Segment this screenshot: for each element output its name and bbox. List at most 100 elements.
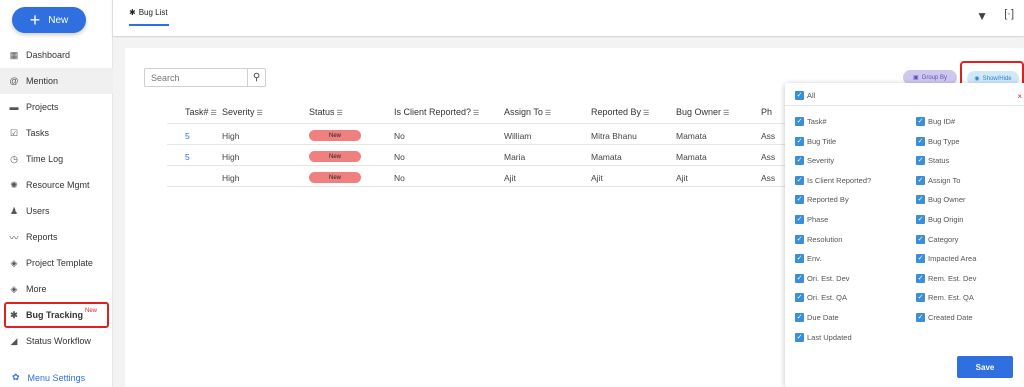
- checkbox-bug-type[interactable]: ✓ Bug Type: [916, 136, 960, 146]
- sidebar-item-label: Status Workflow: [26, 336, 91, 346]
- checkbox-all[interactable]: ✓ All: [795, 91, 815, 100]
- checkbox-checked-icon: ✓: [916, 136, 925, 146]
- new-button[interactable]: + New: [12, 7, 86, 33]
- sort-icon[interactable]: ☰: [545, 110, 551, 117]
- checkbox-bug-origin[interactable]: ✓ Bug Origin: [916, 215, 963, 224]
- checkbox-checked-icon: ✓: [916, 313, 925, 322]
- filter-icon[interactable]: ▼: [976, 9, 988, 23]
- tasks-icon: ☑: [9, 127, 19, 138]
- sidebar-nav: ▦ Dashboard @ Mention ▬ Projects ☑ Tasks ◷ Time L…: [0, 42, 113, 354]
- sidebar-item-time-log[interactable]: ◷ Time Log: [0, 146, 113, 172]
- sidebar-item-resource-mgmt[interactable]: ✺ Resource Mgmt: [0, 172, 113, 198]
- checkbox-last-updated[interactable]: ✓ Last Updated: [795, 332, 852, 342]
- cell-task[interactable]: 5: [185, 131, 190, 141]
- checkbox-label: Bug Origin: [928, 215, 964, 224]
- column-header[interactable]: Severity ☰: [222, 107, 263, 117]
- column-header-label: Ph: [761, 107, 773, 117]
- cell-assign: William: [504, 131, 532, 141]
- sidebar-item-reports[interactable]: 〰 Reports: [0, 224, 113, 250]
- sort-icon[interactable]: ☰: [337, 110, 343, 117]
- save-button[interactable]: Save: [957, 356, 1013, 378]
- close-icon[interactable]: ×: [1017, 92, 1022, 101]
- checkbox-rem-est-dev[interactable]: ✓ Rem. Est. Dev: [916, 273, 976, 283]
- main-area: ⚲ ▣ Group By ◉ Show/Hide Task#☰Severity☰…: [113, 38, 1024, 387]
- table-row[interactable]: High New No Ajit Ajit Ajit Ass: [167, 166, 787, 187]
- sidebar-item-tasks[interactable]: ☑ Tasks: [0, 120, 113, 146]
- checkbox-phase[interactable]: ✓ Phase: [795, 215, 828, 224]
- sidebar-item-more[interactable]: ◈ More: [0, 276, 113, 302]
- cell-severity: High: [222, 152, 240, 162]
- checkbox-category[interactable]: ✓ Category: [916, 234, 959, 244]
- sidebar-item-project-template[interactable]: ◈ Project Template: [0, 250, 113, 276]
- sidebar-item-bug-tracking[interactable]: ✱ Bug Tracking New: [4, 302, 109, 328]
- checkbox-label: Status: [928, 156, 950, 166]
- checkbox-created-date[interactable]: ✓ Created Date: [916, 313, 973, 322]
- column-header-label: Assign To: [504, 107, 543, 117]
- checkbox-impacted-area[interactable]: ✓ Impacted Area: [916, 254, 976, 264]
- checkbox-assign-to[interactable]: ✓ Assign To: [916, 175, 961, 185]
- panel-divider: [785, 105, 1024, 106]
- sort-icon[interactable]: ☰: [257, 110, 263, 117]
- cell-phase: Ass: [761, 131, 776, 141]
- checkbox-bug-id[interactable]: ✓ Bug ID#: [916, 117, 955, 126]
- table-row[interactable]: 5 High New No Maria Mamata Mamata Ass: [167, 145, 787, 166]
- clock-icon: ◷: [10, 153, 18, 164]
- checkbox-task[interactable]: ✓ Task#: [795, 117, 827, 126]
- sort-icon[interactable]: ☰: [643, 110, 649, 117]
- checkbox-label: Category: [928, 234, 959, 244]
- search-input[interactable]: [145, 69, 247, 86]
- sidebar-item-mention[interactable]: @ Mention: [0, 68, 113, 94]
- checkbox-severity[interactable]: ✓ Severity: [795, 156, 835, 166]
- table-row[interactable]: 5 High New No William Mitra Bhanu Mamata Ass: [167, 124, 787, 145]
- checkbox-ori-est-dev[interactable]: ✓ Ori. Est. Dev: [795, 273, 850, 283]
- column-header[interactable]: Ph: [761, 107, 772, 117]
- sidebar-item-users[interactable]: ♟ Users: [0, 198, 113, 224]
- sidebar-item-label: Projects: [26, 102, 59, 112]
- checkbox-ori-est-qa[interactable]: ✓ Ori. Est. QA: [795, 293, 847, 303]
- checkbox-reported-by[interactable]: ✓ Reported By: [795, 195, 849, 205]
- sidebar-item-label: Bug Tracking: [26, 310, 84, 320]
- tab-bug-list[interactable]: ✱ Bug List: [129, 8, 168, 17]
- cell-phase: Ass: [761, 173, 776, 183]
- checkbox-is-client-reported[interactable]: ✓ Is Client Reported?: [795, 175, 871, 185]
- workflow-icon: ◢: [10, 335, 18, 346]
- sort-icon[interactable]: ☰: [723, 110, 729, 117]
- checkbox-env[interactable]: ✓ Env.: [795, 254, 821, 264]
- column-header[interactable]: Assign To ☰: [504, 107, 551, 117]
- column-header-label: Severity: [222, 107, 255, 117]
- sort-icon[interactable]: ☰: [211, 110, 217, 117]
- search-icon[interactable]: ⚲: [247, 69, 265, 86]
- checkbox-checked-icon: ✓: [916, 273, 925, 283]
- checkbox-bug-title[interactable]: ✓ Bug Title: [795, 136, 836, 146]
- checkbox-rem-est-qa[interactable]: ✓ Rem. Est. QA: [916, 293, 974, 303]
- checkbox-bug-owner[interactable]: ✓ Bug Owner: [916, 195, 966, 205]
- tab-active-indicator: [129, 24, 169, 26]
- checkbox-label: Bug Type: [928, 136, 960, 146]
- checkbox-label: Due Date: [807, 313, 839, 322]
- column-header[interactable]: Task# ☰: [185, 107, 217, 117]
- checkbox-checked-icon: ✓: [916, 195, 925, 205]
- menu-settings-link[interactable]: ✿ Menu Settings: [12, 372, 85, 383]
- checkbox-checked-icon: ✓: [916, 156, 925, 166]
- status-badge: New: [309, 172, 361, 183]
- sidebar-item-projects[interactable]: ▬ Projects: [0, 94, 113, 120]
- column-header[interactable]: Bug Owner ☰: [676, 107, 729, 117]
- sidebar-item-label: Users: [26, 206, 50, 216]
- sidebar-item-status-workflow[interactable]: ◢ Status Workflow: [0, 328, 113, 354]
- checkbox-label: Severity: [807, 156, 835, 166]
- sort-icon[interactable]: ☰: [473, 110, 479, 117]
- bug-icon: ✱: [10, 309, 18, 320]
- sidebar-item-dashboard[interactable]: ▦ Dashboard: [0, 42, 113, 68]
- checkbox-resolution[interactable]: ✓ Resolution: [795, 234, 842, 244]
- cell-severity: High: [222, 173, 240, 183]
- checkbox-label: Phase: [807, 215, 829, 224]
- expand-icon[interactable]: [·]: [1004, 8, 1014, 20]
- checkbox-label: Assign To: [928, 175, 961, 185]
- checkbox-due-date[interactable]: ✓ Due Date: [795, 313, 839, 322]
- column-header[interactable]: Reported By ☰: [591, 107, 649, 117]
- column-header[interactable]: Status ☰: [309, 107, 343, 117]
- checkbox-status[interactable]: ✓ Status: [916, 156, 950, 166]
- show-hide-panel: ✓ All × ✓ Task# ✓ Bug Title ✓ Severity ✓ Is Cli…: [785, 83, 1024, 387]
- cell-task[interactable]: 5: [185, 152, 190, 162]
- column-header[interactable]: Is Client Reported? ☰: [394, 107, 479, 117]
